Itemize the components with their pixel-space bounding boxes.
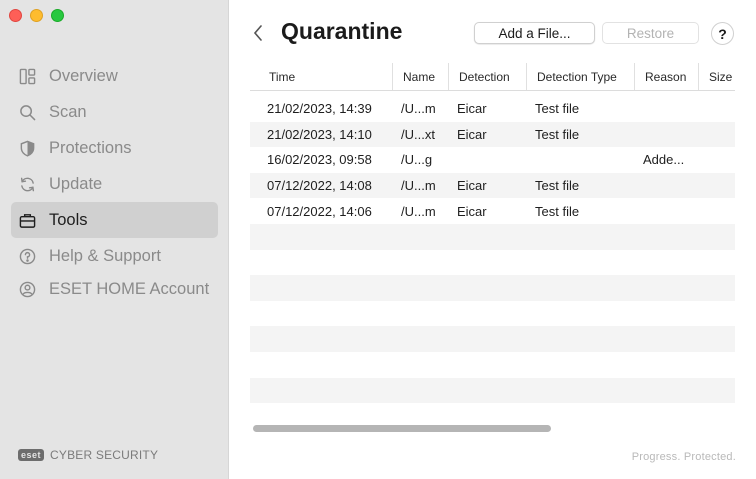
sidebar-item-eset-home-account[interactable]: ESET HOME Account xyxy=(11,274,218,304)
sidebar-item-update[interactable]: Update xyxy=(11,166,218,202)
restore-button[interactable]: Restore xyxy=(602,22,699,44)
cell-detection-type: Test file xyxy=(535,203,580,219)
column-header-time[interactable]: Time xyxy=(250,63,393,90)
empty-row xyxy=(250,301,735,327)
cell-name: /U...m xyxy=(401,203,436,219)
table-body: 21/02/2023, 14:39 /U...m Eicar Test file… xyxy=(250,96,735,429)
cell-detection: Eicar xyxy=(457,178,487,194)
empty-row xyxy=(250,275,735,301)
overview-icon xyxy=(17,66,37,86)
column-header-name[interactable]: Name xyxy=(393,63,449,90)
table-row[interactable]: 07/12/2022, 14:08 /U...m Eicar Test file xyxy=(250,172,735,199)
sidebar-item-label: Overview xyxy=(49,66,118,85)
table-header: Time Name Detection Detection Type Reaso… xyxy=(250,63,735,91)
sidebar-item-label: Update xyxy=(49,174,103,193)
sidebar-item-help-support[interactable]: Help & Support xyxy=(11,238,218,274)
cell-detection-type: Test file xyxy=(535,126,580,142)
sidebar-item-tools[interactable]: Tools xyxy=(11,202,218,238)
window-controls xyxy=(9,9,64,22)
cell-time: 21/02/2023, 14:39 xyxy=(267,101,372,117)
table-row[interactable]: 21/02/2023, 14:39 /U...m Eicar Test file xyxy=(250,96,735,122)
brand: eset CYBER SECURITY xyxy=(18,448,158,462)
cell-detection: Eicar xyxy=(457,101,487,117)
sidebar: Overview Scan Protections Update Tools H… xyxy=(0,0,229,479)
column-header-reason[interactable]: Reason xyxy=(635,63,699,90)
cell-time: 16/02/2023, 09:58 xyxy=(267,152,372,168)
sidebar-item-label: Help & Support xyxy=(49,246,161,265)
column-header-detection-type[interactable]: Detection Type xyxy=(527,63,635,90)
cell-name: /U...g xyxy=(401,152,433,168)
table-row[interactable]: 21/02/2023, 14:10 /U...xt Eicar Test fil… xyxy=(250,121,735,148)
search-icon xyxy=(17,102,37,122)
user-circle-icon xyxy=(17,279,37,299)
table-row[interactable]: 16/02/2023, 09:58 /U...g Adde... xyxy=(250,147,735,173)
empty-row xyxy=(250,326,735,352)
sidebar-item-label: Scan xyxy=(49,102,87,121)
scrollbar-thumb[interactable] xyxy=(253,425,551,432)
cell-detection: Eicar xyxy=(457,203,487,219)
empty-row xyxy=(250,250,735,276)
page-title: Quarantine xyxy=(281,18,403,44)
cell-detection-type: Test file xyxy=(535,178,580,194)
cell-detection-type: Test file xyxy=(535,101,580,117)
eset-logo: eset xyxy=(18,449,45,461)
sidebar-item-overview[interactable]: Overview xyxy=(11,58,218,94)
quarantine-table: Time Name Detection Detection Type Reaso… xyxy=(250,63,735,435)
tagline: Progress. Protected. xyxy=(631,451,736,463)
close-window-button[interactable] xyxy=(9,9,22,22)
help-button[interactable]: ? xyxy=(711,22,734,45)
question-circle-icon xyxy=(17,246,37,266)
cell-reason: Adde... xyxy=(643,152,685,168)
add-file-button[interactable]: Add a File... xyxy=(474,22,595,44)
sidebar-item-label: Protections xyxy=(49,138,132,157)
minimize-window-button[interactable] xyxy=(30,9,43,22)
empty-row xyxy=(250,352,735,378)
sidebar-item-scan[interactable]: Scan xyxy=(11,94,218,130)
back-button[interactable] xyxy=(251,22,265,44)
cell-name: /U...m xyxy=(401,101,436,117)
table-row[interactable]: 07/12/2022, 14:06 /U...m Eicar Test file xyxy=(250,198,735,224)
cell-name: /U...xt xyxy=(401,126,435,142)
cell-name: /U...m xyxy=(401,178,436,194)
horizontal-scrollbar[interactable] xyxy=(250,422,735,433)
empty-row xyxy=(250,377,735,404)
sidebar-nav: Overview Scan Protections Update Tools H… xyxy=(11,58,218,304)
column-header-size[interactable]: Size xyxy=(699,63,735,90)
zoom-window-button[interactable] xyxy=(51,9,64,22)
cell-time: 21/02/2023, 14:10 xyxy=(267,126,372,142)
empty-row xyxy=(250,223,735,250)
cell-detection: Eicar xyxy=(457,126,487,142)
sidebar-item-protections[interactable]: Protections xyxy=(11,130,218,166)
shield-icon xyxy=(17,138,37,158)
sidebar-item-label: ESET HOME Account xyxy=(49,279,210,298)
chevron-left-icon xyxy=(253,25,262,41)
main-panel: Quarantine Add a File... Restore ? Time … xyxy=(229,0,756,479)
briefcase-icon xyxy=(17,210,37,230)
brand-text: CYBER SECURITY xyxy=(50,448,159,462)
cell-time: 07/12/2022, 14:08 xyxy=(267,178,372,194)
refresh-icon xyxy=(17,174,37,194)
column-header-detection[interactable]: Detection xyxy=(449,63,527,90)
app-window: Overview Scan Protections Update Tools H… xyxy=(0,0,756,479)
sidebar-item-label: Tools xyxy=(49,210,88,229)
cell-time: 07/12/2022, 14:06 xyxy=(267,203,372,219)
